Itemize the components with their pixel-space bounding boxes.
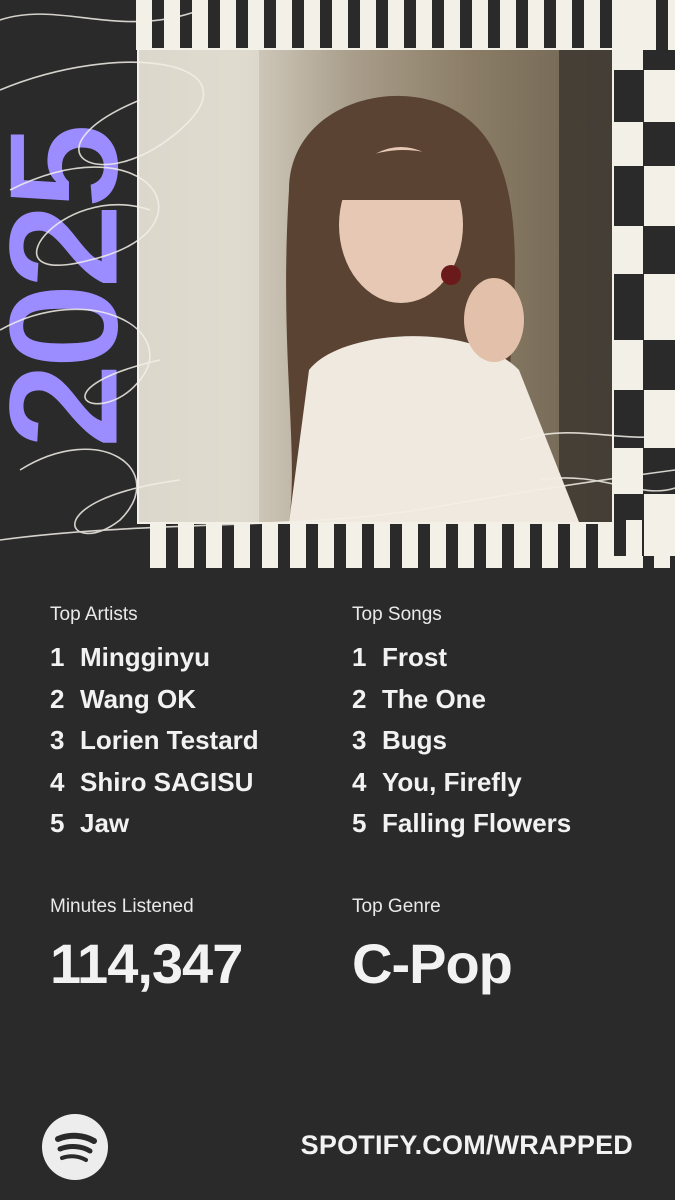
stripe	[458, 520, 474, 568]
stripe	[416, 0, 432, 50]
stripe	[430, 520, 446, 568]
song-item: 4 You, Firefly	[352, 767, 652, 809]
stripe	[192, 0, 208, 50]
song-item: 5 Falling Flowers	[352, 808, 652, 850]
rank-number: 4	[352, 766, 367, 797]
rank-number: 5	[352, 808, 367, 838]
song-name: Falling Flowers	[382, 808, 572, 838]
artist-photo	[139, 50, 612, 522]
stripe	[164, 0, 180, 50]
top-songs-list: 1 Frost 2 The One 3 Bugs 4 You, Firefly 5 Fal…	[352, 642, 652, 850]
rank-number: 1	[50, 642, 65, 672]
top-songs-label: Top Songs	[352, 604, 442, 625]
album-photo-frame	[137, 48, 614, 524]
song-item: 1 Frost	[352, 642, 652, 684]
stripe	[402, 520, 418, 568]
top-genre-section: Top Genre C-Pop	[352, 894, 652, 994]
stripe	[234, 520, 250, 568]
year-text: 2025	[0, 126, 145, 450]
stripe	[528, 0, 544, 50]
song-item: 2 The One	[352, 684, 652, 726]
checker-block	[644, 274, 675, 340]
stripe	[584, 0, 600, 50]
checker-pattern	[612, 0, 675, 568]
top-artists-section: Top Artists 1 Mingginyu 2 Wang OK 3 Lorien …	[50, 602, 340, 850]
stripe	[570, 520, 586, 568]
checker-block	[644, 494, 675, 556]
stripe	[500, 0, 516, 50]
song-item: 3 Bugs	[352, 725, 652, 767]
spotify-logo-icon[interactable]	[42, 1114, 108, 1180]
artist-item: 3 Lorien Testard	[50, 725, 340, 767]
song-name: You, Firefly	[382, 766, 522, 797]
stripe	[290, 520, 306, 568]
checker-block	[612, 448, 643, 494]
checker-block	[612, 556, 643, 568]
minutes-value: 114,347	[50, 932, 243, 995]
rank-number: 2	[50, 683, 65, 714]
rank-number: 5	[50, 808, 65, 838]
stripe	[332, 0, 348, 50]
stripe	[318, 520, 334, 568]
stripe	[374, 520, 390, 568]
artist-item: 4 Shiro SAGISU	[50, 767, 340, 809]
minutes-listened-section: Minutes Listened 114,347	[50, 894, 340, 994]
checker-block	[612, 0, 643, 70]
header-artwork: 2025	[0, 0, 675, 568]
stripe	[360, 0, 376, 50]
stripe	[514, 520, 530, 568]
artist-name: Shiro SAGISU	[80, 766, 254, 797]
stripe	[178, 520, 194, 568]
stripe	[304, 0, 320, 50]
stripe	[388, 0, 404, 50]
stripe	[486, 520, 502, 568]
artist-name: Lorien Testard	[80, 725, 259, 755]
year-graphic: 2025	[0, 125, 145, 452]
stripe	[150, 520, 166, 568]
checker-block	[644, 390, 675, 448]
checker-block	[644, 166, 675, 226]
top-artists-list: 1 Mingginyu 2 Wang OK 3 Lorien Testard 4 Shi…	[50, 642, 340, 850]
artist-item: 2 Wang OK	[50, 684, 340, 726]
stripe	[346, 520, 362, 568]
artist-name: Mingginyu	[80, 642, 210, 672]
artist-item: 1 Mingginyu	[50, 642, 340, 684]
song-name: The One	[382, 683, 487, 714]
minutes-label: Minutes Listened	[50, 896, 194, 917]
stripe	[276, 0, 292, 50]
stripe	[444, 0, 460, 50]
stripe	[206, 520, 222, 568]
rank-number: 2	[352, 683, 367, 714]
top-songs-section: Top Songs 1 Frost 2 The One 3 Bugs 4 You, Fi…	[352, 602, 652, 850]
stripe	[220, 0, 236, 50]
checker-block	[612, 226, 643, 274]
stripe	[472, 0, 488, 50]
artist-name: Wang OK	[80, 683, 197, 714]
song-name: Frost	[382, 642, 447, 672]
stripe	[248, 0, 264, 50]
song-name: Bugs	[382, 725, 447, 755]
stripe	[542, 520, 558, 568]
artist-item: 5 Jaw	[50, 808, 340, 850]
checker-block	[612, 122, 643, 166]
checker-block	[644, 70, 675, 122]
rank-number: 1	[352, 642, 367, 672]
genre-label: Top Genre	[352, 896, 441, 917]
top-artists-label: Top Artists	[50, 604, 138, 625]
artist-name: Jaw	[80, 808, 130, 838]
stripe	[262, 520, 278, 568]
genre-value: C-Pop	[352, 932, 513, 995]
rank-number: 4	[50, 766, 65, 797]
stripe	[556, 0, 572, 50]
wrapped-card: 2025 Top Artists 1 Mingginyu 2 Wang OK 3…	[0, 0, 675, 1200]
wrapped-url-link[interactable]: SPOTIFY.COM/WRAPPED	[301, 1130, 633, 1161]
checker-block	[612, 340, 643, 390]
rank-number: 3	[50, 725, 65, 755]
rank-number: 3	[352, 725, 367, 755]
